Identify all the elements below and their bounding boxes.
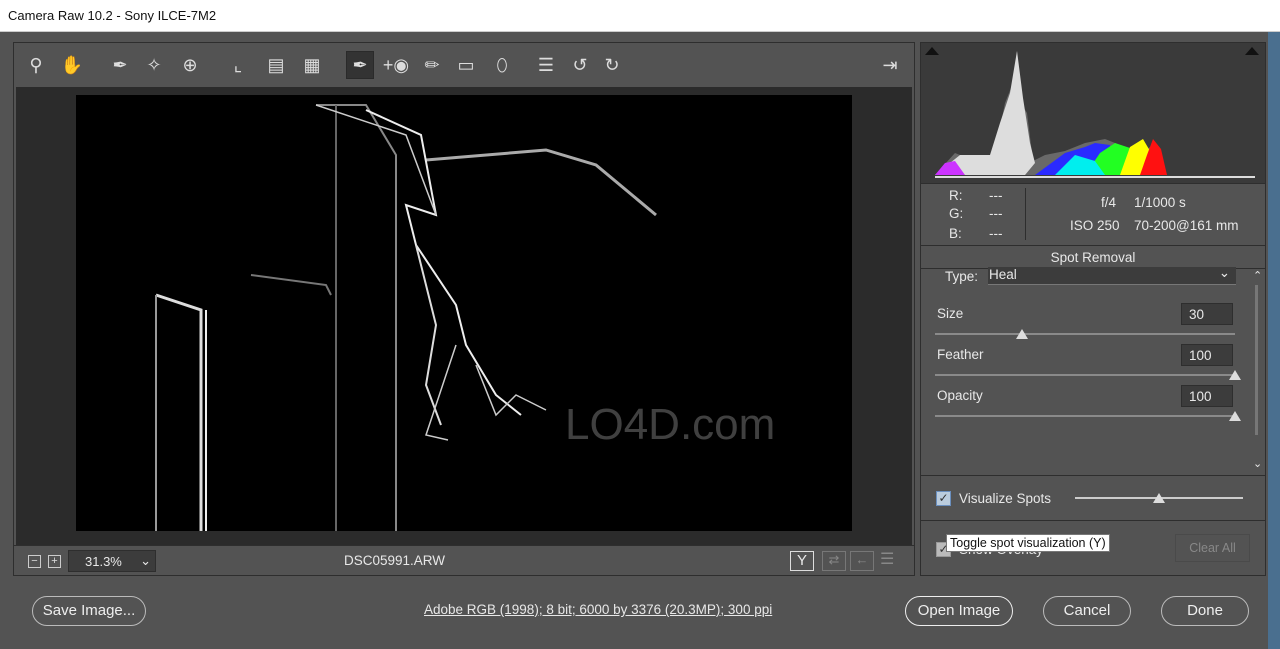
hand-tool-icon[interactable]: ✋ [58, 51, 86, 79]
transform-tool-icon[interactable]: ▦ [298, 51, 326, 79]
b-value: --- [989, 226, 1003, 241]
shutter-speed: 1/1000 s [1134, 195, 1186, 210]
crop-tool-icon[interactable]: ⌞ [224, 51, 252, 79]
watermark: LO4D.com [565, 400, 776, 449]
graduated-filter-icon[interactable]: ▭ [452, 51, 480, 79]
opacity-slider[interactable] [935, 415, 1235, 417]
tooltip: Toggle spot visualization (Y) [946, 534, 1110, 552]
histogram-graph [935, 51, 1255, 178]
g-label: G: [949, 206, 964, 221]
scroll-down-icon[interactable]: ⌄ [1253, 457, 1262, 470]
b-label: B: [949, 226, 962, 241]
size-slider-thumb[interactable] [1016, 329, 1028, 339]
preview-y-button[interactable]: Y [790, 551, 814, 571]
filename: DSC05991.ARW [344, 553, 446, 568]
type-value: Heal [989, 267, 1017, 282]
adjustments-panel: R: G: B: --- --- --- f/4 1/1000 s ISO 25… [920, 42, 1266, 576]
divider [1025, 188, 1026, 240]
feather-input[interactable]: 100 [1181, 344, 1233, 366]
divider [921, 520, 1265, 521]
aperture: f/4 [1101, 195, 1117, 210]
targeted-adjustment-icon[interactable]: ⊕ [176, 51, 204, 79]
image-canvas [16, 87, 912, 545]
iso: ISO 250 [1070, 218, 1120, 233]
rotate-right-icon[interactable]: ↻ [598, 51, 626, 79]
photo-image [155, 104, 657, 531]
scrollbar-thumb[interactable] [1255, 285, 1258, 435]
radial-filter-icon[interactable]: ⬯ [488, 51, 516, 79]
type-select[interactable]: Heal ⌄ [988, 265, 1236, 285]
histogram [921, 43, 1265, 183]
red-eye-tool-icon[interactable]: +◉ [382, 51, 410, 79]
clear-all-button[interactable]: Clear All [1175, 534, 1250, 562]
size-input[interactable]: 30 [1181, 303, 1233, 325]
preview-settings-icon[interactable]: ☰ [880, 549, 894, 569]
size-slider[interactable] [935, 333, 1235, 335]
preview-panel: ⚲ ✋ ✒ ✧ ⊕ ⌞ ▤ ▦ ✒ +◉ ✏ ▭ ⬯ ☰ ↺ ↻ ⇥ − + 3… [13, 42, 915, 576]
chevron-down-icon: ⌄ [140, 553, 151, 568]
zoom-level-value: 31.3% [85, 554, 122, 569]
zoom-level-select[interactable]: 31.3% ⌄ [68, 550, 156, 572]
straighten-tool-icon[interactable]: ▤ [262, 51, 290, 79]
feather-slider[interactable] [935, 374, 1235, 376]
feather-slider-thumb[interactable] [1229, 370, 1241, 380]
adjustment-brush-icon[interactable]: ✏ [418, 51, 446, 79]
camera-info: R: G: B: --- --- --- f/4 1/1000 s ISO 25… [921, 183, 1265, 245]
window-title: Camera Raw 10.2 - Sony ILCE-7M2 [8, 8, 217, 23]
cancel-button[interactable]: Cancel [1043, 596, 1131, 626]
divider [921, 475, 1265, 476]
title-bar: Camera Raw 10.2 - Sony ILCE-7M2 [0, 0, 1280, 32]
white-balance-tool-icon[interactable]: ✒ [106, 51, 134, 79]
r-value: --- [989, 188, 1003, 203]
feather-label: Feather [937, 347, 984, 362]
opacity-slider-thumb[interactable] [1229, 411, 1241, 421]
panel-scrollbar[interactable]: ⌃ ⌄ [1253, 269, 1263, 470]
opacity-input[interactable]: 100 [1181, 385, 1233, 407]
save-image-button[interactable]: Save Image... [32, 596, 146, 626]
g-value: --- [989, 206, 1003, 221]
window-edge [1268, 32, 1280, 649]
visualize-spots-thumb[interactable] [1153, 493, 1165, 503]
color-sampler-tool-icon[interactable]: ✧ [140, 51, 168, 79]
preferences-list-icon[interactable]: ☰ [532, 51, 560, 79]
photo-preview[interactable] [76, 95, 852, 531]
status-bar: − + 31.3% ⌄ DSC05991.ARW Y ⇄ ← ☰ [14, 545, 914, 575]
done-button[interactable]: Done [1161, 596, 1249, 626]
open-image-button[interactable]: Open Image [905, 596, 1013, 626]
lens: 70-200@161 mm [1134, 218, 1239, 233]
zoom-tool-icon[interactable]: ⚲ [22, 51, 50, 79]
scroll-up-icon[interactable]: ⌃ [1253, 269, 1263, 282]
fullscreen-toggle-icon[interactable]: ⇥ [876, 51, 904, 79]
zoom-out-button[interactable]: − [28, 555, 41, 568]
opacity-label: Opacity [937, 388, 983, 403]
r-label: R: [949, 188, 963, 203]
copy-settings-icon[interactable]: ← [850, 551, 874, 571]
toolbar: ⚲ ✋ ✒ ✧ ⊕ ⌞ ▤ ▦ ✒ +◉ ✏ ▭ ⬯ ☰ ↺ ↻ ⇥ [14, 43, 914, 87]
size-label: Size [937, 306, 964, 321]
chevron-down-icon: ⌄ [1218, 265, 1230, 280]
swap-icon[interactable]: ⇄ [822, 551, 846, 571]
visualize-spots-label: Visualize Spots [959, 491, 1052, 506]
zoom-in-button[interactable]: + [48, 555, 61, 568]
spot-removal-tool-icon[interactable]: ✒ [346, 51, 374, 79]
rotate-left-icon[interactable]: ↺ [566, 51, 594, 79]
visualize-spots-checkbox[interactable]: ✓ [936, 491, 951, 506]
workflow-options-link[interactable]: Adobe RGB (1998); 8 bit; 6000 by 3376 (2… [424, 602, 772, 617]
panel-title: Spot Removal [921, 245, 1265, 269]
type-label: Type: [945, 269, 979, 284]
